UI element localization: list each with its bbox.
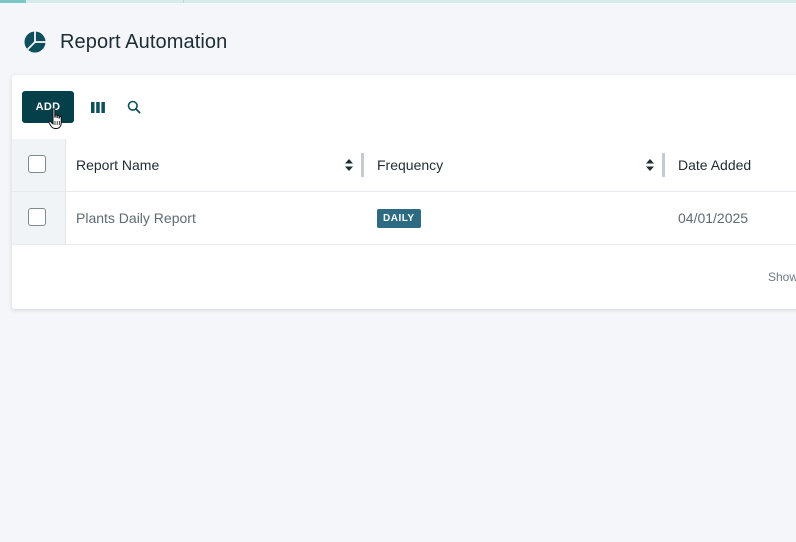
sort-report-name-icon[interactable] [344,157,354,173]
add-button[interactable]: ADD [22,91,74,123]
column-header-date-added[interactable]: Date Added [678,139,751,191]
sort-frequency-icon[interactable] [645,157,655,173]
top-progress-segment [0,0,26,3]
column-resize-handle[interactable] [361,153,364,177]
cell-report-name: Plants Daily Report [76,210,196,226]
column-resize-handle[interactable] [662,153,665,177]
reports-panel: ADD Report Name Frequency Date Added Pla… [12,75,796,309]
pagination-label: Show [768,270,796,284]
select-column [12,139,66,191]
top-progress-line [0,0,796,3]
columns-icon[interactable] [86,95,110,119]
cell-frequency: DAILY [377,192,421,244]
top-divider-tick [183,0,184,3]
row-select-checkbox[interactable] [28,208,46,226]
column-header-frequency[interactable]: Frequency [377,139,443,191]
page-title: Report Automation [60,30,228,53]
column-header-report-name[interactable]: Report Name [76,139,159,191]
table-row[interactable]: Plants Daily Report DAILY 04/01/2025 [12,192,796,245]
frequency-badge: DAILY [377,208,421,228]
table-header-row: Report Name Frequency Date Added [12,139,796,192]
search-icon[interactable] [122,95,146,119]
select-column [12,192,66,244]
page-header: Report Automation [24,28,227,56]
cell-date-added: 04/01/2025 [678,210,749,226]
select-all-checkbox[interactable] [28,155,46,173]
pie-chart-icon [24,31,46,53]
table-toolbar: ADD [22,91,146,129]
